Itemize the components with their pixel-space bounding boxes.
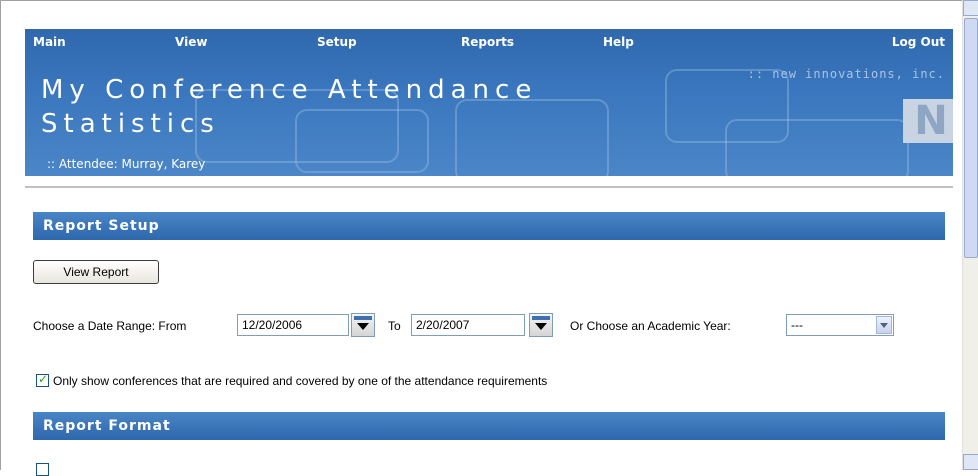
nav-logout[interactable]: Log Out	[892, 35, 945, 49]
page-title-line1: My Conference Attendance	[41, 75, 538, 105]
vertical-scrollbar[interactable]	[962, 0, 978, 470]
brand-text: :: new innovations, inc.	[747, 67, 945, 81]
from-calendar-button[interactable]	[351, 313, 375, 337]
main-nav: Main View Setup Reports Help Log Out	[25, 35, 953, 51]
scroll-thumb[interactable]	[964, 18, 978, 258]
scroll-up-button[interactable]	[963, 0, 978, 16]
header-divider	[25, 186, 953, 188]
academic-year-value: ---	[791, 318, 803, 332]
nav-view[interactable]: View	[175, 35, 207, 49]
nav-reports[interactable]: Reports	[461, 35, 514, 49]
nav-setup[interactable]: Setup	[317, 35, 357, 49]
only-required-label: Only show conferences that are required …	[53, 374, 548, 388]
nav-help[interactable]: Help	[603, 35, 634, 49]
banner-decoration	[725, 119, 909, 176]
scroll-down-button[interactable]	[963, 454, 978, 470]
browser-page: Main View Setup Reports Help Log Out :: …	[0, 0, 962, 476]
academic-year-select[interactable]: ---	[786, 314, 894, 336]
nav-main[interactable]: Main	[33, 35, 66, 49]
chevron-down-icon[interactable]	[876, 316, 892, 334]
attendee-label: :: Attendee: Murray, Karey	[47, 157, 206, 171]
calendar-icon	[354, 316, 372, 320]
view-report-button[interactable]: View Report	[33, 260, 159, 284]
calendar-icon	[532, 316, 550, 320]
checkmark-icon: ✓	[38, 372, 49, 386]
from-date-field[interactable]: 12/20/2006	[237, 314, 349, 336]
page-title: My Conference Attendance Statistics	[41, 73, 641, 141]
chevron-down-icon	[357, 323, 369, 330]
to-label: To	[388, 319, 401, 333]
page-title-line2: Statistics	[41, 109, 220, 139]
to-date-field[interactable]: 2/20/2007	[411, 314, 525, 336]
report-format-header: Report Format	[33, 412, 945, 440]
to-calendar-button[interactable]	[529, 313, 553, 337]
date-range-label: Choose a Date Range: From	[33, 319, 187, 333]
chevron-down-icon	[535, 323, 547, 330]
company-logo: N	[903, 99, 953, 143]
only-required-checkbox[interactable]: ✓	[36, 372, 49, 387]
header-banner: Main View Setup Reports Help Log Out :: …	[25, 29, 953, 176]
academic-year-label: Or Choose an Academic Year:	[570, 319, 731, 333]
report-setup-header: Report Setup	[33, 212, 945, 240]
